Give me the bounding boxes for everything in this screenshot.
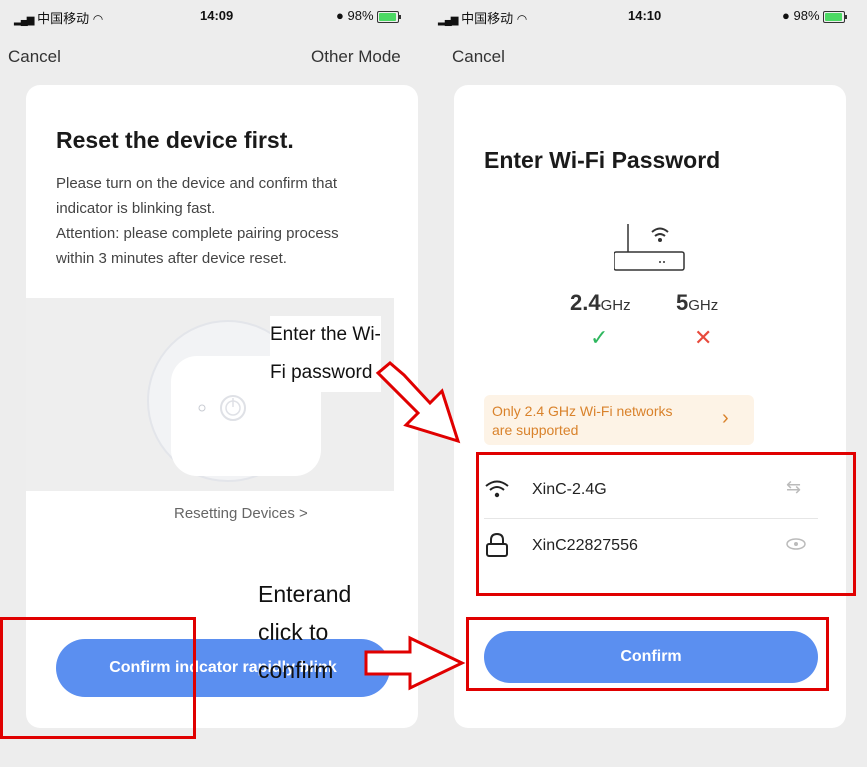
alarm-icon: ● (336, 8, 344, 23)
chevron-right-icon: › (722, 407, 729, 429)
signal-icon: ▂▄▆ (438, 15, 458, 26)
router-icon (614, 224, 685, 271)
alarm-icon: ● (782, 8, 790, 23)
cancel-button[interactable]: Cancel (8, 47, 61, 67)
battery-icon (376, 10, 401, 23)
left-status-bar: ▂▄▆ 中国移动 ◠ 14:09 ● 98% (14, 8, 414, 28)
annotation-confirm-note: Enterand click to confirm (258, 581, 352, 683)
carrier-label: 中国移动 (461, 11, 514, 26)
other-mode-button[interactable]: Other Mode (311, 47, 401, 67)
notice-banner[interactable]: Only 2.4 GHz Wi-Fi networks are supporte… (484, 395, 754, 445)
status-time: 14:09 (200, 8, 234, 23)
cross-icon: ✕ (694, 325, 713, 350)
arrow-annotation-down (375, 361, 461, 444)
check-icon: ✓ (590, 325, 609, 350)
status-time: 14:10 (628, 8, 662, 23)
instructions: Please turn on the device and confirm th… (56, 175, 339, 267)
annotation-box-wifi-fields (476, 452, 856, 596)
page-title: Reset the device first. (56, 127, 294, 153)
status-battery: ● 98% (782, 8, 847, 23)
resetting-devices-link[interactable]: Resetting Devices > (174, 505, 308, 522)
cancel-button[interactable]: Cancel (452, 47, 505, 67)
status-battery: ● 98% (336, 8, 401, 23)
arrow-annotation-right (364, 635, 466, 691)
carrier-label: 中国移动 (37, 11, 90, 26)
wifi-icon: ◠ (92, 12, 104, 26)
band-24ghz-label: 2.4GHz (570, 290, 631, 315)
battery-icon (822, 10, 847, 23)
annotation-box-confirm (466, 617, 829, 691)
right-status-bar: ▂▄▆ 中国移动 ◠ 14:10 ● 98% (438, 8, 867, 28)
signal-icon: ▂▄▆ (14, 15, 34, 26)
band-5ghz-label: 5GHz (676, 290, 719, 315)
annotation-box-left-button (0, 617, 196, 739)
page-title: Enter Wi-Fi Password (484, 147, 721, 173)
wifi-icon: ◠ (516, 12, 528, 26)
